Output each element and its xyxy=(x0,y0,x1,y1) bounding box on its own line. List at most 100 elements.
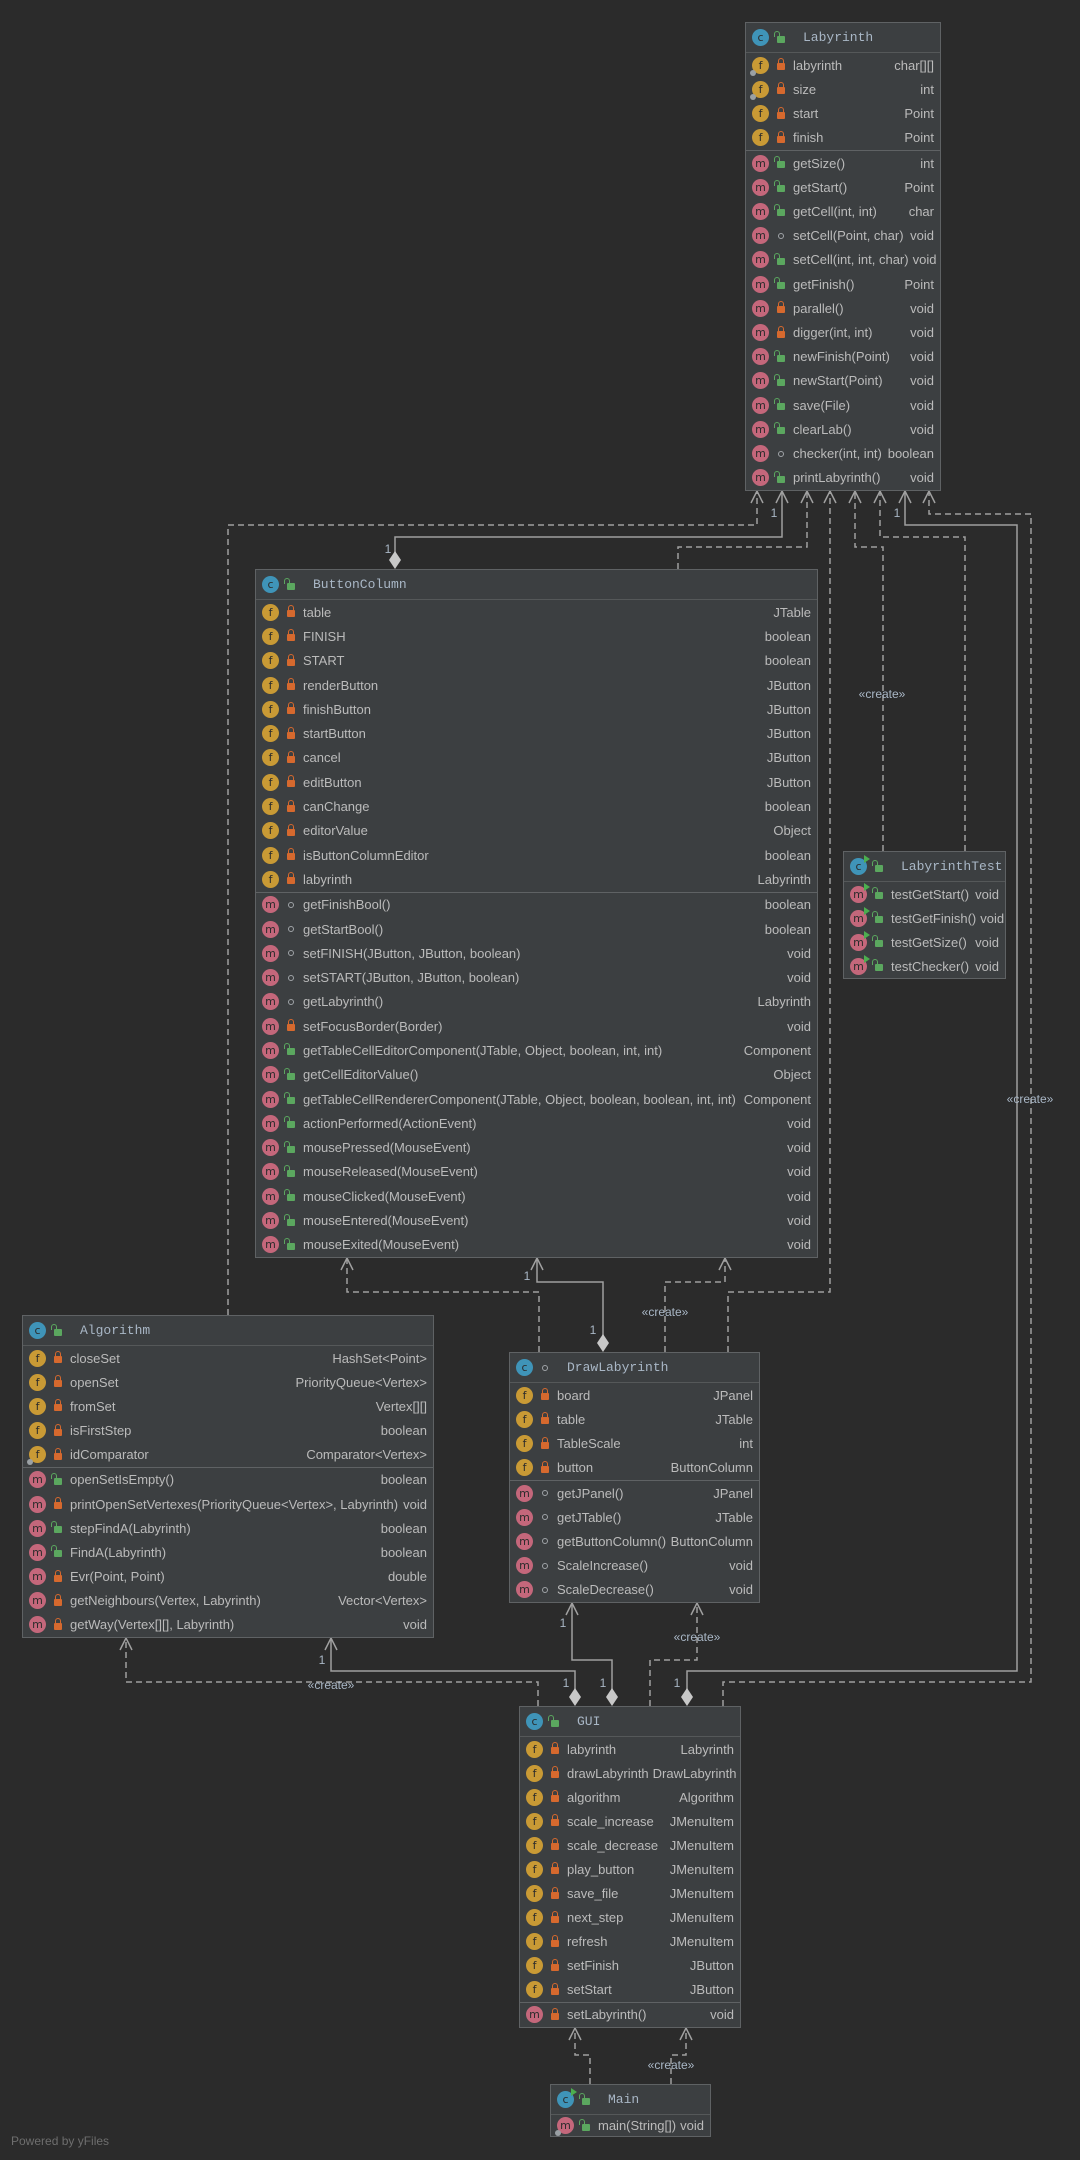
method-row[interactable]: m setCell(int, int, char) void xyxy=(746,248,940,272)
method-row[interactable]: m getTableCellRendererComponent(JTable, O… xyxy=(256,1087,817,1111)
method-row[interactable]: m getFinish() Point xyxy=(746,272,940,296)
method-row[interactable]: m getWay(Vertex[][], Labyrinth) void xyxy=(23,1613,433,1637)
method-row[interactable]: m checker(int, int) boolean xyxy=(746,442,940,466)
field-row[interactable]: f startButton JButton xyxy=(256,721,817,745)
class-button-column[interactable]: c ButtonColumn f table JTable f FINISH boolean f… xyxy=(255,569,818,1258)
method-row[interactable]: m testGetStart() void xyxy=(844,882,1005,906)
method-row[interactable]: m save(File) void xyxy=(746,393,940,417)
field-row[interactable]: f isFirstStep boolean xyxy=(23,1419,433,1443)
class-header[interactable]: c Algorithm xyxy=(23,1316,433,1346)
field-row[interactable]: f table JTable xyxy=(256,600,817,624)
method-row[interactable]: m getCell(int, int) char xyxy=(746,199,940,223)
method-row[interactable]: m getJTable() JTable xyxy=(510,1505,759,1529)
field-row[interactable]: f scale_decrease JMenuItem xyxy=(520,1833,740,1857)
field-row[interactable]: f editorValue Object xyxy=(256,819,817,843)
method-row[interactable]: m getCellEditorValue() Object xyxy=(256,1063,817,1087)
method-row[interactable]: m getJPanel() JPanel xyxy=(510,1481,759,1505)
field-row[interactable]: f fromSet Vertex[][] xyxy=(23,1394,433,1418)
field-row[interactable]: f isButtonColumnEditor boolean xyxy=(256,843,817,867)
field-row[interactable]: f scale_increase JMenuItem xyxy=(520,1809,740,1833)
method-row[interactable]: m setCell(Point, char) void xyxy=(746,224,940,248)
method-row[interactable]: m ScaleDecrease() void xyxy=(510,1578,759,1602)
class-gui[interactable]: c GUI f labyrinth Labyrinth f drawLabyrinth Dra… xyxy=(519,1706,741,2028)
field-row[interactable]: f drawLabyrinth DrawLabyrinth xyxy=(520,1761,740,1785)
field-row[interactable]: f play_button JMenuItem xyxy=(520,1857,740,1881)
method-row[interactable]: m getStartBool() boolean xyxy=(256,917,817,941)
field-row[interactable]: f openSet PriorityQueue<Vertex> xyxy=(23,1370,433,1394)
method-row[interactable]: m getButtonColumn() ButtonColumn xyxy=(510,1529,759,1553)
field-row[interactable]: f save_file JMenuItem xyxy=(520,1881,740,1905)
method-row[interactable]: m mousePressed(MouseEvent) void xyxy=(256,1136,817,1160)
field-row[interactable]: f idComparator Comparator<Vertex> xyxy=(23,1443,433,1467)
method-row[interactable]: m newStart(Point) void xyxy=(746,369,940,393)
field-row[interactable]: f closeSet HashSet<Point> xyxy=(23,1346,433,1370)
method-row[interactable]: m getTableCellEditorComponent(JTable, Obj… xyxy=(256,1038,817,1062)
class-header[interactable]: c ButtonColumn xyxy=(256,570,817,600)
class-header[interactable]: c DrawLabyrinth xyxy=(510,1353,759,1383)
method-type: void xyxy=(912,252,937,268)
class-main[interactable]: c Main m main(String[]) void xyxy=(550,2084,711,2137)
method-row[interactable]: m testGetSize() void xyxy=(844,930,1005,954)
field-row[interactable]: f size int xyxy=(746,77,940,101)
field-row[interactable]: f labyrinth Labyrinth xyxy=(520,1737,740,1761)
method-row[interactable]: m getFinishBool() boolean xyxy=(256,893,817,917)
multiplicity-label: 1 xyxy=(589,1323,597,1337)
method-row[interactable]: m parallel() void xyxy=(746,296,940,320)
method-row[interactable]: m setFocusBorder(Border) void xyxy=(256,1014,817,1038)
field-row[interactable]: f table JTable xyxy=(510,1407,759,1431)
field-row[interactable]: f TableScale int xyxy=(510,1431,759,1455)
method-row[interactable]: m printLabyrinth() void xyxy=(746,466,940,490)
method-row[interactable]: m digger(int, int) void xyxy=(746,320,940,344)
field-row[interactable]: f finish Point xyxy=(746,126,940,150)
method-row[interactable]: m getStart() Point xyxy=(746,175,940,199)
method-row[interactable]: m getLabyrinth() Labyrinth xyxy=(256,990,817,1014)
method-icon: m xyxy=(262,944,279,962)
method-row[interactable]: m setSTART(JButton, JButton, boolean) void xyxy=(256,965,817,989)
method-row[interactable]: m setLabyrinth() void xyxy=(520,2003,740,2027)
field-row[interactable]: f START boolean xyxy=(256,649,817,673)
class-algorithm[interactable]: c Algorithm f closeSet HashSet<Point> f openSe… xyxy=(22,1315,434,1638)
method-row[interactable]: m actionPerformed(ActionEvent) void xyxy=(256,1111,817,1135)
method-row[interactable]: m newFinish(Point) void xyxy=(746,345,940,369)
method-row[interactable]: m mouseExited(MouseEvent) void xyxy=(256,1233,817,1257)
field-row[interactable]: f next_step JMenuItem xyxy=(520,1906,740,1930)
method-row[interactable]: m setFINISH(JButton, JButton, boolean) voi… xyxy=(256,941,817,965)
method-row[interactable]: m ScaleIncrease() void xyxy=(510,1554,759,1578)
method-row[interactable]: m stepFindA(Labyrinth) boolean xyxy=(23,1516,433,1540)
field-row[interactable]: f setStart JButton xyxy=(520,1978,740,2002)
class-draw-labyrinth[interactable]: c DrawLabyrinth f board JPanel f table JTable f T… xyxy=(509,1352,760,1603)
method-row[interactable]: m mouseClicked(MouseEvent) void xyxy=(256,1184,817,1208)
field-row[interactable]: f labyrinth char[][] xyxy=(746,53,940,77)
field-row[interactable]: f editButton JButton xyxy=(256,770,817,794)
method-row[interactable]: m getNeighbours(Vertex, Labyrinth) Vector<… xyxy=(23,1589,433,1613)
field-row[interactable]: f FINISH boolean xyxy=(256,624,817,648)
method-row[interactable]: m mouseEntered(MouseEvent) void xyxy=(256,1208,817,1232)
class-header[interactable]: c Main xyxy=(551,2085,710,2115)
method-row[interactable]: m printOpenSetVertexes(PriorityQueue<Vert… xyxy=(23,1492,433,1516)
field-row[interactable]: f labyrinth Labyrinth xyxy=(256,867,817,891)
field-row[interactable]: f finishButton JButton xyxy=(256,697,817,721)
field-row[interactable]: f setFinish JButton xyxy=(520,1954,740,1978)
field-row[interactable]: f refresh JMenuItem xyxy=(520,1930,740,1954)
class-labyrinth[interactable]: c Labyrinth f labyrinth char[][] f size int f sta… xyxy=(745,22,941,491)
class-labyrinth-test[interactable]: c LabyrinthTest m testGetStart() void m testGe… xyxy=(843,851,1006,979)
field-row[interactable]: f start Point xyxy=(746,101,940,125)
field-row[interactable]: f renderButton JButton xyxy=(256,673,817,697)
method-row[interactable]: m FindA(Labyrinth) boolean xyxy=(23,1540,433,1564)
field-row[interactable]: f algorithm Algorithm xyxy=(520,1785,740,1809)
field-row[interactable]: f board JPanel xyxy=(510,1383,759,1407)
method-row[interactable]: m mouseReleased(MouseEvent) void xyxy=(256,1160,817,1184)
field-row[interactable]: f canChange boolean xyxy=(256,794,817,818)
method-row[interactable]: m main(String[]) void xyxy=(551,2115,710,2136)
class-header[interactable]: c Labyrinth xyxy=(746,23,940,53)
class-header[interactable]: c GUI xyxy=(520,1707,740,1737)
method-row[interactable]: m clearLab() void xyxy=(746,417,940,441)
class-header[interactable]: c LabyrinthTest xyxy=(844,852,1005,882)
method-row[interactable]: m Evr(Point, Point) double xyxy=(23,1565,433,1589)
method-row[interactable]: m testChecker() void xyxy=(844,954,1005,978)
method-row[interactable]: m openSetIsEmpty() boolean xyxy=(23,1468,433,1492)
method-row[interactable]: m getSize() int xyxy=(746,151,940,175)
field-row[interactable]: f cancel JButton xyxy=(256,746,817,770)
field-row[interactable]: f button ButtonColumn xyxy=(510,1456,759,1480)
method-row[interactable]: m testGetFinish() void xyxy=(844,906,1005,930)
